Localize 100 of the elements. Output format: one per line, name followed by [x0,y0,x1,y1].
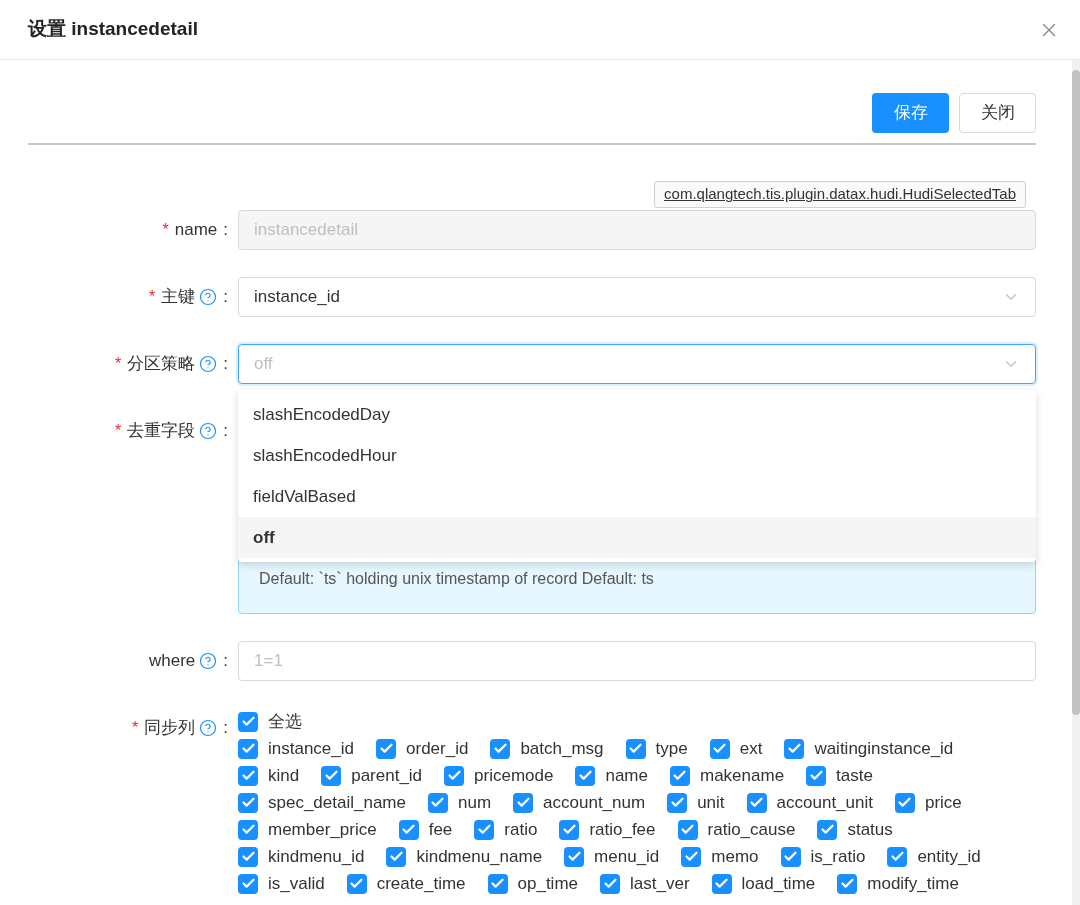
check-icon [680,822,696,837]
column-checkbox[interactable]: ratio [474,816,538,843]
checkbox[interactable] [625,738,646,759]
scrollbar[interactable] [1072,60,1080,905]
column-checkbox[interactable]: spec_detail_name [238,789,406,816]
dropdown-option[interactable]: slashEncodedDay [238,394,1036,435]
checkbox[interactable] [513,792,534,813]
column-checkbox[interactable]: price [894,789,962,816]
checkbox[interactable] [575,765,596,786]
column-checkbox[interactable]: status [817,816,893,843]
help-icon[interactable] [199,355,218,373]
checkbox[interactable] [398,819,419,840]
column-checkbox[interactable]: pricemode [444,762,554,789]
column-checkbox[interactable]: entity_id [887,843,981,870]
column-checkbox[interactable]: kind [238,762,300,789]
checkbox[interactable] [444,765,465,786]
select-field[interactable]: instance_id [238,277,1036,317]
column-checkbox[interactable]: makename [670,762,785,789]
checkbox-label: memo [711,845,759,868]
column-checkbox[interactable]: create_time [346,870,466,897]
checkbox[interactable] [321,765,342,786]
column-checkbox[interactable]: last_ver [600,870,690,897]
column-checkbox[interactable]: instance_id [238,735,354,762]
help-icon[interactable] [199,288,218,306]
checkbox-label: status [847,818,893,841]
column-checkbox[interactable]: op_time [487,870,578,897]
checkbox[interactable] [564,846,585,867]
checkbox[interactable] [667,792,688,813]
checkbox[interactable] [887,846,908,867]
column-checkbox[interactable]: member_price [238,816,377,843]
check-icon [378,741,394,756]
checkbox-label: kind [268,764,300,787]
column-checkbox[interactable]: name [575,762,648,789]
column-checkbox[interactable]: batch_msg [490,735,604,762]
checkbox[interactable] [784,738,805,759]
checkbox[interactable] [238,765,258,786]
field-label: 去重字段 [127,420,196,443]
checkbox-label: num [458,791,492,814]
column-checkbox[interactable]: memo [681,843,759,870]
column-checkbox[interactable]: ratio_fee [559,816,656,843]
checkbox[interactable] [670,765,690,786]
column-checkbox[interactable]: order_id [376,735,469,762]
checkbox[interactable] [817,819,838,840]
column-checkbox[interactable]: account_unit [746,789,873,816]
checkbox-label: account_unit [776,791,873,814]
column-checkbox[interactable]: kindmenu_name [386,843,543,870]
dropdown-option[interactable]: slashEncodedHour [238,435,1036,476]
help-icon[interactable] [199,719,218,737]
help-icon[interactable] [199,422,218,440]
column-checkbox[interactable]: ratio_cause [677,816,796,843]
checkbox[interactable] [238,711,258,732]
checkbox[interactable] [806,765,827,786]
checkbox[interactable] [238,846,258,867]
text-field[interactable]: 1=1 [238,641,1036,681]
column-checkbox[interactable]: waitinginstance_id [784,735,954,762]
check-icon [240,741,256,756]
checkbox[interactable] [474,819,495,840]
column-checkbox[interactable]: load_time [711,870,816,897]
column-checkbox[interactable]: menu_id [564,843,660,870]
dropdown-option[interactable]: fieldValBased [238,476,1036,517]
checkbox[interactable] [780,846,801,867]
checkbox[interactable] [487,873,508,894]
checkbox[interactable] [681,846,702,867]
column-checkbox[interactable]: parent_id [321,762,423,789]
column-checkbox[interactable]: account_num [513,789,646,816]
checkbox[interactable] [238,792,258,813]
checkbox[interactable] [709,738,730,759]
checkbox[interactable] [490,738,511,759]
checkbox-label: kindmenu_id [268,845,365,868]
checkbox[interactable] [376,738,396,759]
checkbox[interactable] [428,792,448,813]
column-checkbox[interactable]: is_valid [238,870,325,897]
column-checkbox[interactable]: fee [398,816,453,843]
checkbox-label: name [605,764,648,787]
help-icon[interactable] [199,652,218,670]
checkbox[interactable] [600,873,620,894]
column-checkbox[interactable]: taste [806,762,873,789]
checkbox[interactable] [894,792,915,813]
column-checkbox[interactable]: num [428,789,492,816]
checkbox[interactable] [559,819,580,840]
dropdown-option[interactable]: off [238,517,1036,558]
column-checkbox[interactable]: ext [709,735,763,762]
column-checkbox[interactable]: type [625,735,688,762]
column-checkbox[interactable]: 全选 [238,708,302,735]
checkbox[interactable] [386,846,407,867]
dialog-title: 设置 instancedetail [28,17,198,42]
column-checkbox[interactable]: kindmenu_id [238,843,365,870]
checkbox[interactable] [837,873,858,894]
close-button[interactable]: 关闭 [959,93,1036,133]
checkbox[interactable] [711,873,732,894]
checkbox[interactable] [238,819,258,840]
checkbox-label: entity_id [917,845,981,868]
column-checkbox[interactable]: modify_time [837,870,959,897]
checkbox[interactable] [346,873,367,894]
column-checkbox[interactable]: unit [667,789,725,816]
column-checkbox[interactable]: is_ratio [780,843,866,870]
checkbox[interactable] [677,819,698,840]
checkbox[interactable] [746,792,767,813]
checkbox[interactable] [238,738,258,759]
checkbox[interactable] [238,873,258,894]
